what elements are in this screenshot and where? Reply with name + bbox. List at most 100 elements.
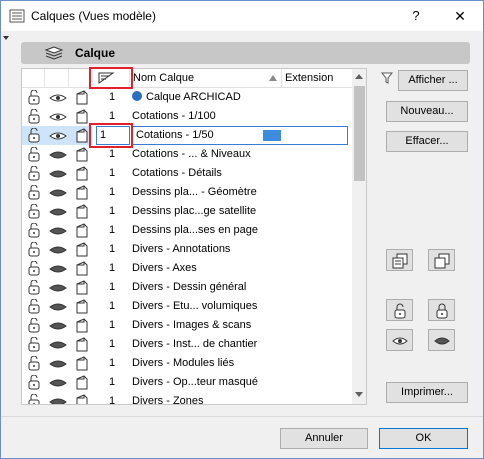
layer-row[interactable]: 1 Dessins plac...ge satellite [22,202,352,221]
wireframe-icon[interactable] [75,90,89,105]
wireframe-icon[interactable] [75,394,89,404]
eye-icon[interactable] [49,111,67,123]
hide-all-button[interactable] [428,329,455,351]
unlock-all-button[interactable] [386,299,413,321]
vertical-scrollbar[interactable] [352,69,366,404]
wireframe-icon[interactable] [75,109,89,124]
eye-closed-icon[interactable] [49,396,67,404]
scroll-thumb[interactable] [354,86,365,181]
eye-closed-icon[interactable] [49,358,67,370]
layer-row[interactable]: 1 Divers - Op...teur masqué [22,373,352,392]
padlock-icon[interactable] [27,165,41,181]
eye-closed-icon[interactable] [49,149,67,161]
layer-row[interactable]: 1 Divers - Dessin général [22,278,352,297]
intersection-group-number: 1 [109,224,116,236]
padlock-icon[interactable] [27,222,41,238]
new-button[interactable]: Nouveau... [386,101,468,122]
visibility-column-header[interactable] [45,69,69,88]
eye-closed-icon[interactable] [49,187,67,199]
scroll-down-icon[interactable] [355,392,363,397]
cancel-button[interactable]: Annuler [280,428,368,449]
ok-button[interactable]: OK [379,428,468,449]
layer-name-input[interactable]: Cotations - 1/50 [132,126,348,145]
layer-row[interactable]: 1 Dessins pla...ses en page [22,221,352,240]
delete-button[interactable]: Effacer... [386,131,468,152]
padlock-icon[interactable] [27,127,41,143]
print-button[interactable]: Imprimer... [386,382,468,403]
scroll-up-icon[interactable] [355,74,363,79]
wireframe-icon[interactable] [75,375,89,390]
padlock-icon[interactable] [27,146,41,162]
padlock-icon[interactable] [27,279,41,295]
layer-row[interactable]: 1 Divers - Annotations [22,240,352,259]
lock-column-header[interactable] [22,69,45,88]
padlock-icon[interactable] [27,184,41,200]
eye-closed-icon[interactable] [49,320,67,332]
padlock-icon[interactable] [27,241,41,257]
padlock-icon[interactable] [27,336,41,352]
layer-row[interactable]: 1 Cotations - ... & Niveaux [22,145,352,164]
wireframe-icon[interactable] [75,147,89,162]
lock-all-button[interactable] [428,299,455,321]
eye-icon[interactable] [49,92,67,104]
copy-layers-button[interactable] [386,249,413,271]
copy-icon [392,253,408,269]
collapse-triangle-icon[interactable] [3,36,9,40]
highlight-box-header [89,67,133,89]
layer-row[interactable]: 1 Divers - Modules liés [22,354,352,373]
layer-row[interactable]: 1 Cotations - 1/50 [22,126,352,145]
wireframe-icon[interactable] [75,261,89,276]
eye-icon[interactable] [49,130,67,142]
wireframe-icon[interactable] [75,223,89,238]
wireframe-icon[interactable] [75,356,89,371]
show-button[interactable]: Afficher ... [398,70,468,91]
section-header[interactable]: Calque [21,42,470,64]
filter-icon[interactable] [381,72,393,84]
padlock-icon[interactable] [27,355,41,371]
eye-closed-icon[interactable] [49,339,67,351]
layer-row[interactable]: 1 Divers - Inst... de chantier [22,335,352,354]
eye-closed-icon[interactable] [49,225,67,237]
name-column-header[interactable]: Nom Calque [130,69,282,88]
layer-row[interactable]: 1 Cotations - Détails [22,164,352,183]
layer-row[interactable]: 1 Calque ARCHICAD [22,88,352,107]
wireframe-icon[interactable] [75,280,89,295]
eye-closed-icon[interactable] [49,244,67,256]
layer-name: Dessins pla... - Géomètre [132,186,257,198]
help-button[interactable]: ? [401,4,431,28]
layer-row[interactable]: 1 Dessins pla... - Géomètre [22,183,352,202]
layer-row[interactable]: 1 Cotations - 1/100 [22,107,352,126]
extension-column-header[interactable]: Extension [282,69,352,88]
wireframe-icon[interactable] [75,242,89,257]
eye-closed-icon[interactable] [49,206,67,218]
show-all-button[interactable] [386,329,413,351]
eye-closed-icon[interactable] [49,168,67,180]
wireframe-icon[interactable] [75,166,89,181]
close-button[interactable]: ✕ [445,4,475,28]
eye-closed-icon[interactable] [49,263,67,275]
wireframe-icon[interactable] [75,204,89,219]
padlock-icon[interactable] [27,317,41,333]
wireframe-icon[interactable] [75,128,89,143]
padlock-icon[interactable] [27,374,41,390]
layer-row[interactable]: 1 Divers - Axes [22,259,352,278]
wireframe-icon[interactable] [75,299,89,314]
eye-closed-icon[interactable] [49,282,67,294]
padlock-icon[interactable] [27,203,41,219]
padlock-icon[interactable] [27,108,41,124]
archicad-app-icon [9,9,25,23]
wireframe-icon[interactable] [75,185,89,200]
wireframe-icon[interactable] [75,318,89,333]
wireframe-icon[interactable] [75,337,89,352]
padlock-icon[interactable] [27,260,41,276]
padlock-icon[interactable] [27,298,41,314]
layer-row[interactable]: 1 Divers - Etu... volumiques [22,297,352,316]
eye-closed-icon[interactable] [49,301,67,313]
extension-value-bar [263,130,281,141]
paste-layers-button[interactable] [428,249,455,271]
layer-row[interactable]: 1 Divers - Zones [22,392,352,404]
layer-row[interactable]: 1 Divers - Images & scans [22,316,352,335]
padlock-icon[interactable] [27,393,41,404]
eye-closed-icon[interactable] [49,377,67,389]
padlock-icon[interactable] [27,89,41,105]
